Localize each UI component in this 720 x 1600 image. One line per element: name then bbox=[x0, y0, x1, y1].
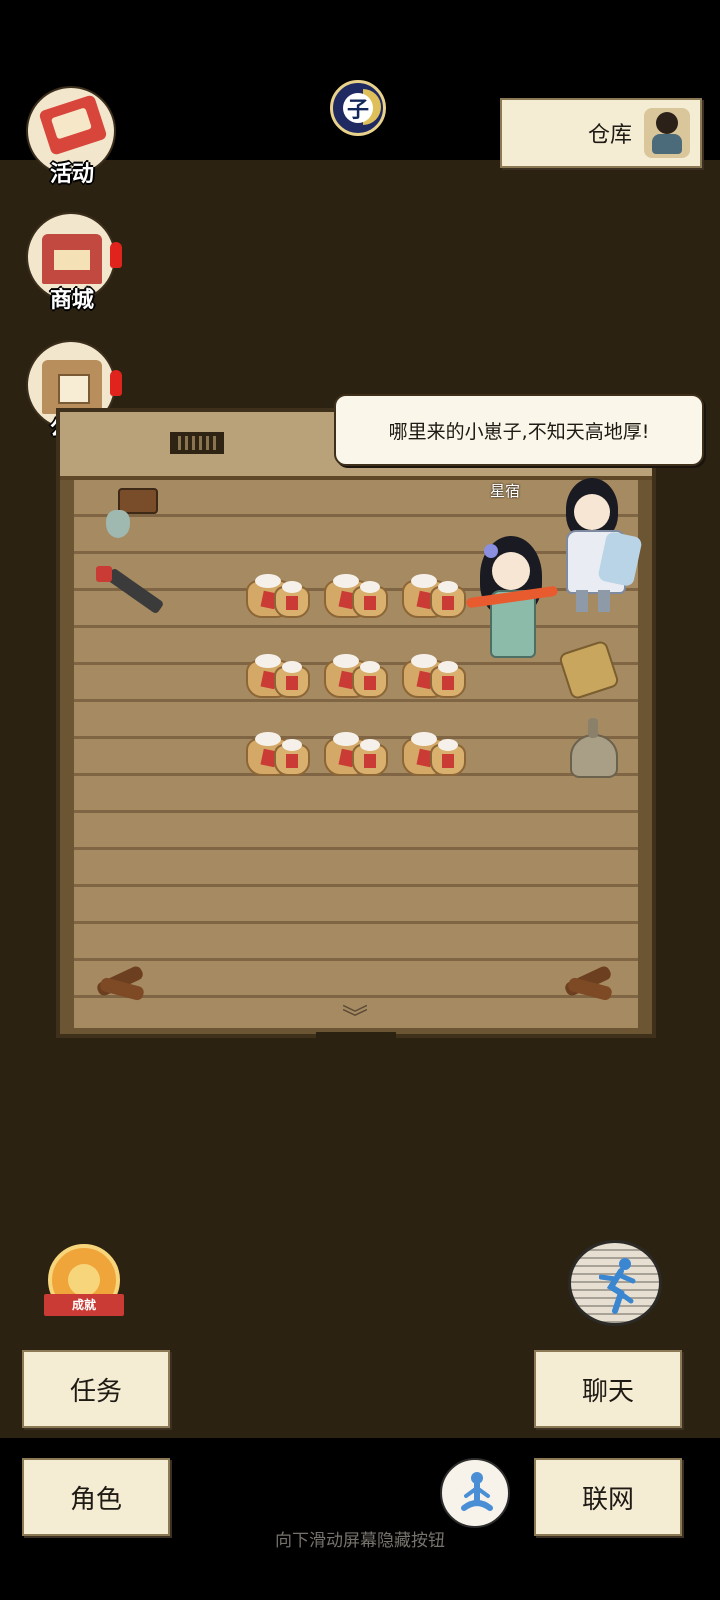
task-button[interactable]: 任务 bbox=[22, 1350, 170, 1428]
achievement-label: 成就 bbox=[44, 1294, 124, 1316]
rice-bag[interactable] bbox=[402, 568, 466, 618]
npc-name-label: 星宿 bbox=[490, 482, 521, 500]
achievement-button[interactable]: 成就 bbox=[44, 1244, 124, 1320]
wall-vent bbox=[170, 432, 224, 454]
network-button[interactable]: 联网 bbox=[534, 1458, 682, 1536]
notice-alert-badge bbox=[110, 370, 122, 396]
activity-label: 活动 bbox=[49, 162, 94, 187]
shop-alert-badge bbox=[110, 242, 122, 268]
grain-sack-item[interactable] bbox=[557, 639, 624, 701]
rice-bag[interactable] bbox=[402, 726, 466, 776]
warehouse-avatar-icon bbox=[644, 108, 690, 158]
chat-button[interactable]: 聊天 bbox=[534, 1350, 682, 1428]
meditate-button[interactable] bbox=[440, 1458, 510, 1528]
time-char: 子 bbox=[343, 93, 373, 123]
rice-bag[interactable] bbox=[402, 648, 466, 698]
network-label: 联网 bbox=[581, 1484, 634, 1515]
role-label: 角色 bbox=[69, 1484, 122, 1515]
firewood-item-2[interactable] bbox=[560, 960, 616, 1004]
rice-bag[interactable] bbox=[246, 568, 310, 618]
saw-item[interactable] bbox=[92, 560, 165, 620]
rice-bag[interactable] bbox=[324, 568, 388, 618]
cloth-sack-item[interactable] bbox=[564, 714, 618, 778]
activity-button[interactable]: 活动 bbox=[26, 86, 122, 187]
shop-button[interactable]: 商城 bbox=[26, 212, 122, 313]
rice-bag[interactable] bbox=[324, 726, 388, 776]
exit-chevron-icon[interactable]: ︾ bbox=[342, 1006, 368, 1032]
shop-label: 商城 bbox=[49, 288, 94, 313]
rice-bag[interactable] bbox=[246, 726, 310, 776]
run-button[interactable] bbox=[568, 1240, 662, 1326]
warehouse-button[interactable]: 仓库 bbox=[500, 98, 702, 168]
room-scene: ︾ bbox=[56, 408, 656, 1044]
rice-bag[interactable] bbox=[246, 648, 310, 698]
warehouse-label: 仓库 bbox=[587, 123, 632, 148]
firewood-item[interactable] bbox=[92, 960, 148, 1004]
role-button[interactable]: 角色 bbox=[22, 1458, 170, 1536]
xingxiu-npc[interactable] bbox=[546, 478, 643, 618]
hide-buttons-hint: 向下滑动屏幕隐藏按钮 bbox=[275, 1531, 445, 1551]
chat-label: 聊天 bbox=[581, 1376, 634, 1407]
npc-dialog-bubble: 哪里来的小崽子,不知天高地厚! bbox=[334, 394, 704, 466]
run-icon bbox=[599, 1258, 636, 1314]
moon-time-icon[interactable]: 子 bbox=[330, 80, 386, 136]
task-label: 任务 bbox=[69, 1376, 122, 1407]
dialog-text: 哪里来的小崽子,不知天高地厚! bbox=[388, 420, 650, 443]
rice-bag[interactable] bbox=[324, 648, 388, 698]
box-item[interactable] bbox=[102, 486, 158, 542]
meditate-icon bbox=[461, 1472, 493, 1511]
